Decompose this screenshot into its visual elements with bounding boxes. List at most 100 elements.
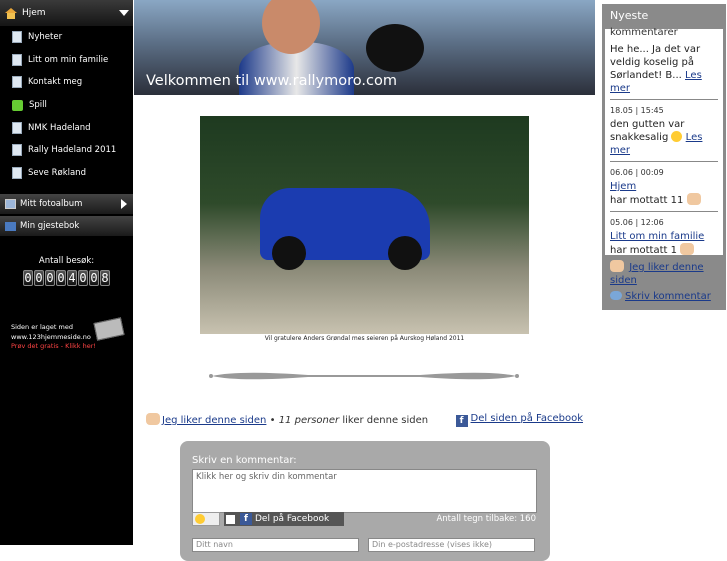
ornament-divider xyxy=(209,372,519,380)
nav-item-familie[interactable]: Litt om min familie xyxy=(0,49,133,72)
comments-title-overlap: kommentarer xyxy=(610,27,678,38)
sidebar-like[interactable]: Jeg liker denne siden xyxy=(605,260,723,287)
write-comment-link[interactable]: Skriv kommentar xyxy=(625,291,711,302)
thumbs-up-icon xyxy=(610,260,624,272)
nav-item-nmk[interactable]: NMK Hadeland xyxy=(0,116,133,139)
nav-item-label: Litt om min familie xyxy=(28,54,109,65)
name-field[interactable]: Ditt navn xyxy=(192,538,359,552)
counter-digit: 0 xyxy=(89,270,99,287)
comment-form-title: Skriv en kommentar: xyxy=(192,455,297,466)
nav-item-seve[interactable]: Seve Røkland xyxy=(0,162,133,185)
comment-item: 05.06 | 12:06 Litt om min familie har mo… xyxy=(605,216,723,257)
comment-text: har mottatt 11 xyxy=(610,193,718,207)
header-banner: Velkommen til www.rallymoro.com xyxy=(134,0,595,95)
nav-home-label: Hjem xyxy=(22,8,46,18)
nav-item-nyheter[interactable]: Nyheter xyxy=(0,26,133,49)
photo-caption: Vil gratulere Anders Grøndal mes seieren… xyxy=(264,335,465,342)
page-link[interactable]: Hjem xyxy=(610,180,718,193)
like-suffix: liker denne siden xyxy=(342,415,429,426)
page-icon xyxy=(12,166,22,179)
like-count: 11 personer xyxy=(278,415,340,426)
sidebar-like-link[interactable]: Jeg liker denne siden xyxy=(610,262,704,286)
comment-textarea[interactable]: Klikk her og skriv din kommentar xyxy=(192,469,537,513)
nav-photo-album-label: Mitt fotoalbum xyxy=(20,199,83,210)
fb-share-checkbox[interactable] xyxy=(226,514,235,524)
nav-item-rally[interactable]: Rally Hadeland 2011 xyxy=(0,139,133,162)
sidebar-actions: Jeg liker denne siden Skriv kommentar xyxy=(605,260,723,303)
comment-item: kommentarer He he... Ja det var veldig k… xyxy=(605,27,723,95)
comment-form: Skriv en kommentar: Klikk her og skriv d… xyxy=(180,441,550,561)
write-comment[interactable]: Skriv kommentar xyxy=(605,290,723,303)
counter-digit: 8 xyxy=(100,270,110,287)
comment-text: den gutten var snakkesalig Les mer xyxy=(610,118,718,157)
chevron-right-icon xyxy=(121,199,127,210)
page-icon xyxy=(12,121,22,134)
page-icon xyxy=(12,144,22,157)
email-field[interactable]: Din e-postadresse (vises ikke) xyxy=(368,538,535,552)
thumbs-up-icon xyxy=(686,193,701,205)
comment-date: 18.05 | 15:45 xyxy=(610,106,664,115)
comment-date: 05.06 | 12:06 xyxy=(610,218,664,227)
house-icon xyxy=(5,7,17,19)
facebook-icon: f xyxy=(240,513,252,525)
nav-item-label: Seve Røkland xyxy=(28,167,86,178)
page-icon xyxy=(12,31,22,44)
like-bar: Jeg liker denne siden • 11 personer like… xyxy=(146,413,586,427)
comment-text: har mottatt 1 xyxy=(610,243,718,257)
thumbs-up-icon xyxy=(146,413,160,425)
left-sidebar: Hjem Nyheter Litt om min familie Kontakt… xyxy=(0,0,133,545)
comment-text: He he... Ja det var veldig koselig på Sø… xyxy=(610,43,718,95)
latest-comments-title: Nyeste xyxy=(610,9,649,22)
rally-car-photo[interactable] xyxy=(200,116,529,334)
nav-item-kontakt[interactable]: Kontakt meg xyxy=(0,71,133,94)
comment-date: 06.06 | 00:09 xyxy=(610,168,664,177)
comment-bubble-icon xyxy=(610,291,622,300)
chevron-down-icon[interactable] xyxy=(119,10,129,16)
nav-photo-album[interactable]: Mitt fotoalbum xyxy=(0,194,133,215)
nav-item-label: Rally Hadeland 2011 xyxy=(28,145,117,156)
puzzle-icon xyxy=(12,99,23,111)
counter-digit: 0 xyxy=(34,270,44,287)
fb-share-label: Del på Facebook xyxy=(255,514,330,524)
page-link[interactable]: Litt om min familie xyxy=(610,230,718,243)
visit-counter: 0 0 0 0 4 0 0 8 xyxy=(0,270,133,287)
counter-digit: 0 xyxy=(78,270,88,287)
comment-body: har mottatt 1 xyxy=(610,245,677,256)
divider xyxy=(610,161,718,162)
comment-item: 06.06 | 00:09 Hjem har mottatt 11 xyxy=(605,166,723,207)
share-facebook[interactable]: f Del siden på Facebook xyxy=(455,413,583,427)
chars-left: Antall tegn tilbake: 160 xyxy=(436,514,536,524)
like-separator: • xyxy=(269,415,276,426)
share-facebook-label[interactable]: Del siden på Facebook xyxy=(471,413,583,424)
made-with-cta[interactable]: Prøv det gratis - Klikk her! xyxy=(11,342,131,352)
car-wheel xyxy=(272,236,306,270)
nav-item-label: NMK Hadeland xyxy=(28,122,91,133)
nav-guestbook[interactable]: Min gjestebok xyxy=(0,216,133,237)
thumbs-up-icon xyxy=(680,243,695,255)
fb-share-toggle[interactable]: f Del på Facebook xyxy=(224,512,344,526)
nav-home[interactable]: Hjem xyxy=(0,0,133,26)
divider xyxy=(610,99,718,100)
counter-digit: 0 xyxy=(56,270,66,287)
page-icon xyxy=(12,76,22,89)
nav-guestbook-label: Min gjestebok xyxy=(20,221,80,232)
smiley-picker-icon[interactable] xyxy=(192,512,220,526)
guestbook-icon xyxy=(5,221,16,231)
divider xyxy=(610,211,718,212)
like-page-link[interactable]: Jeg liker denne siden xyxy=(162,415,266,426)
nav-item-spill[interactable]: Spill xyxy=(0,94,133,117)
counter-digit: 0 xyxy=(23,270,33,287)
comment-body: har mottatt 11 xyxy=(610,195,684,206)
nav-item-label: Kontakt meg xyxy=(28,77,83,88)
photo-album-icon xyxy=(5,199,16,210)
page-icon xyxy=(12,53,22,66)
visit-counter-label: Antall besøk: xyxy=(38,256,95,267)
welcome-title: Velkommen til www.rallymoro.com xyxy=(146,73,397,89)
nav-item-label: Nyheter xyxy=(28,32,63,43)
facebook-icon: f xyxy=(455,415,468,427)
latest-comments-list: kommentarer He he... Ja det var veldig k… xyxy=(605,27,723,257)
comment-item: 18.05 | 15:45 den gutten var snakkesalig… xyxy=(605,104,723,157)
latest-comments-panel: Nyeste kommentarer He he... Ja det var v… xyxy=(602,4,726,310)
counter-digit: 4 xyxy=(67,270,77,287)
nav-item-label: Spill xyxy=(29,100,47,111)
